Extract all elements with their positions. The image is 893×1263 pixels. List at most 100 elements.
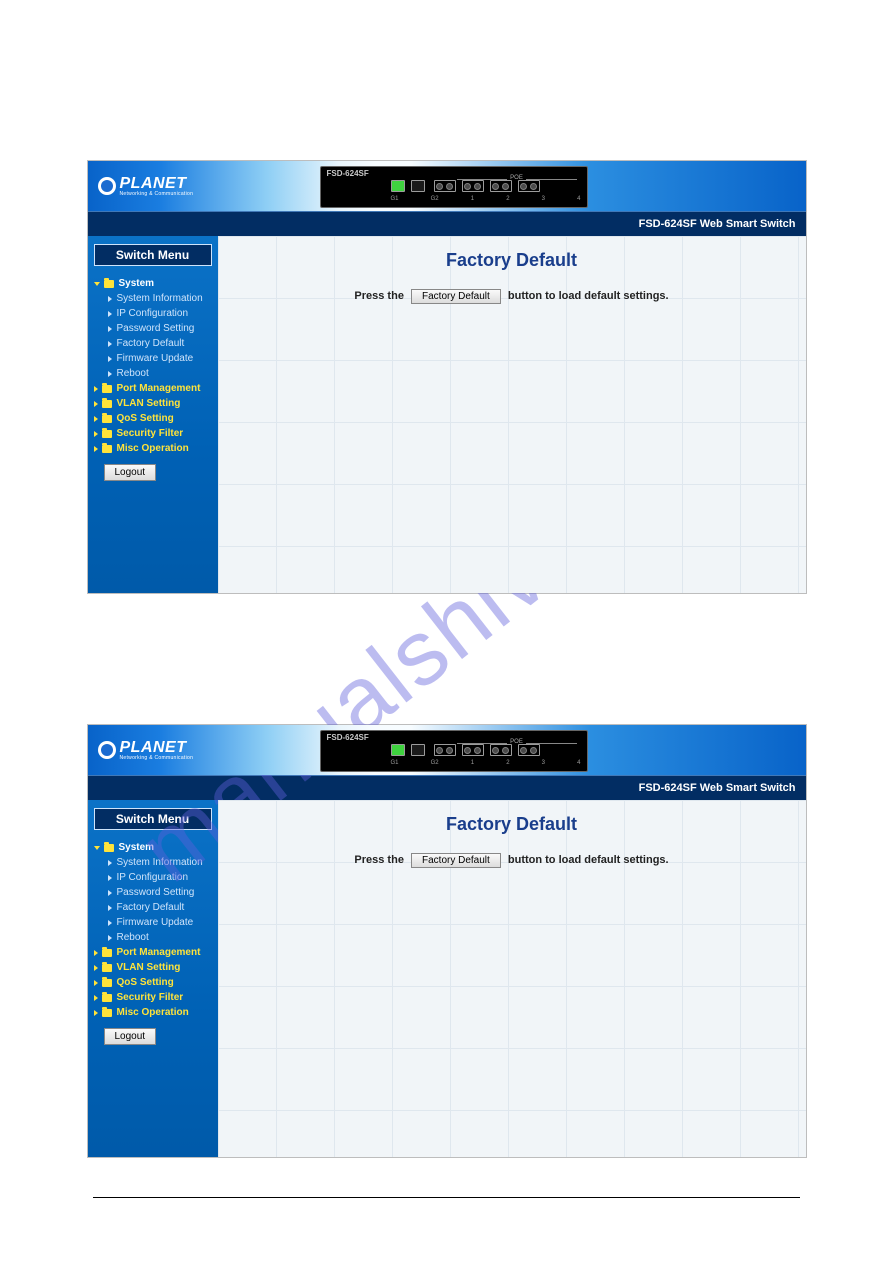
caret-right-icon <box>94 401 98 407</box>
sidebar-item-label: VLAN Setting <box>117 962 181 973</box>
sidebar-item-system[interactable]: System <box>94 276 212 291</box>
sidebar-item-label: Misc Operation <box>117 1007 189 1018</box>
sidebar-item-label: Reboot <box>117 932 149 943</box>
port-3-icon <box>490 180 512 192</box>
sidebar-item-label: Security Filter <box>117 992 184 1003</box>
sidebar-sub-password-setting[interactable]: Password Setting <box>94 321 212 336</box>
sidebar-item-qos-setting[interactable]: QoS Setting <box>94 411 212 426</box>
folder-icon <box>102 430 112 438</box>
brand-tagline: Networking & Communication <box>120 755 194 761</box>
press-text-post: button to load default settings. <box>508 290 669 302</box>
caret-right-icon <box>108 341 112 347</box>
switch-menu-title: Switch Menu <box>94 808 212 830</box>
content-area: Factory Default Press the Factory Defaul… <box>218 800 806 1157</box>
sidebar-sub-password-setting[interactable]: Password Setting <box>94 885 212 900</box>
sidebar-item-label: Reboot <box>117 368 149 379</box>
product-titlebar: FSD-624SF Web Smart Switch <box>88 775 806 800</box>
sidebar-item-label: Factory Default <box>117 338 185 349</box>
sidebar-item-label: QoS Setting <box>117 413 174 424</box>
factory-default-button[interactable]: Factory Default <box>411 289 501 304</box>
sidebar-item-label: System Information <box>117 293 203 304</box>
sidebar-item-qos-setting[interactable]: QoS Setting <box>94 975 212 990</box>
footer-separator <box>93 1197 800 1198</box>
folder-icon <box>102 400 112 408</box>
sidebar-item-label: Misc Operation <box>117 443 189 454</box>
sidebar-item-label: System <box>119 842 155 853</box>
sidebar-item-label: Password Setting <box>117 323 195 334</box>
folder-icon <box>102 979 112 987</box>
sidebar-item-security-filter[interactable]: Security Filter <box>94 426 212 441</box>
device-model: FSD-624SF <box>321 731 587 742</box>
sidebar-sub-ip-configuration[interactable]: IP Configuration <box>94 870 212 885</box>
sidebar-item-port-management[interactable]: Port Management <box>94 945 212 960</box>
sidebar-sub-firmware-update[interactable]: Firmware Update <box>94 915 212 930</box>
sidebar-item-label: VLAN Setting <box>117 398 181 409</box>
instruction-line: Press the Factory Default button to load… <box>218 289 806 304</box>
port-1-icon <box>434 180 456 192</box>
caret-right-icon <box>94 416 98 422</box>
caret-right-icon <box>94 1010 98 1016</box>
logout-button[interactable]: Logout <box>104 1028 157 1045</box>
sidebar-item-vlan-setting[interactable]: VLAN Setting <box>94 960 212 975</box>
sidebar-sub-factory-default[interactable]: Factory Default <box>94 900 212 915</box>
press-text-pre: Press the <box>354 854 404 866</box>
folder-icon <box>102 949 112 957</box>
sidebar-sub-factory-default[interactable]: Factory Default <box>94 336 212 351</box>
switch-menu-title: Switch Menu <box>94 244 212 266</box>
press-text-post: button to load default settings. <box>508 854 669 866</box>
logout-button[interactable]: Logout <box>104 464 157 481</box>
device-panel: FSD-624SF POE G1 G2 1 2 3 4 <box>320 166 588 208</box>
sidebar-sub-system-information[interactable]: System Information <box>94 855 212 870</box>
port-g1-icon <box>391 180 405 192</box>
page-title: Factory Default <box>218 250 806 271</box>
ports-row: G1 G2 1 2 3 4 <box>321 178 587 192</box>
sidebar-item-misc-operation[interactable]: Misc Operation <box>94 441 212 456</box>
page-title: Factory Default <box>218 814 806 835</box>
sidebar-sub-firmware-update[interactable]: Firmware Update <box>94 351 212 366</box>
folder-icon <box>102 415 112 423</box>
sidebar-item-label: Password Setting <box>117 887 195 898</box>
caret-right-icon <box>108 356 112 362</box>
port-labels: G1 G2 1 2 3 4 <box>391 196 581 202</box>
press-text-pre: Press the <box>354 290 404 302</box>
caret-right-icon <box>94 431 98 437</box>
folder-icon <box>104 844 114 852</box>
sidebar-item-misc-operation[interactable]: Misc Operation <box>94 1005 212 1020</box>
folder-icon <box>102 964 112 972</box>
sidebar-sub-ip-configuration[interactable]: IP Configuration <box>94 306 212 321</box>
sidebar-item-vlan-setting[interactable]: VLAN Setting <box>94 396 212 411</box>
device-panel: FSD-624SF POE G1 G2 1 2 3 4 <box>320 730 588 772</box>
chevron-down-icon <box>94 282 100 286</box>
sidebar-sub-reboot[interactable]: Reboot <box>94 930 212 945</box>
brand-logo: PLANET Networking & Communication <box>88 739 194 761</box>
factory-default-button[interactable]: Factory Default <box>411 853 501 868</box>
port-g2-icon <box>411 744 425 756</box>
caret-right-icon <box>94 980 98 986</box>
caret-right-icon <box>108 311 112 317</box>
sidebar-item-port-management[interactable]: Port Management <box>94 381 212 396</box>
sidebar-sub-reboot[interactable]: Reboot <box>94 366 212 381</box>
sidebar-item-security-filter[interactable]: Security Filter <box>94 990 212 1005</box>
sidebar-item-label: QoS Setting <box>117 977 174 988</box>
caret-right-icon <box>108 890 112 896</box>
port-4-icon <box>518 180 540 192</box>
caret-right-icon <box>108 326 112 332</box>
caret-right-icon <box>94 446 98 452</box>
sidebar-item-label: System <box>119 278 155 289</box>
sidebar-sub-system-information[interactable]: System Information <box>94 291 212 306</box>
caret-right-icon <box>94 965 98 971</box>
caret-right-icon <box>108 875 112 881</box>
folder-icon <box>102 994 112 1002</box>
port-1-icon <box>434 744 456 756</box>
sidebar-item-label: Firmware Update <box>117 917 194 928</box>
content-area: Factory Default Press the Factory Defaul… <box>218 236 806 593</box>
sidebar-item-label: System Information <box>117 857 203 868</box>
globe-icon <box>98 177 116 195</box>
caret-right-icon <box>108 296 112 302</box>
instruction-line: Press the Factory Default button to load… <box>218 853 806 868</box>
sidebar-item-label: Security Filter <box>117 428 184 439</box>
brand-logo: PLANET Networking & Communication <box>88 175 194 197</box>
folder-icon <box>102 1009 112 1017</box>
port-4-icon <box>518 744 540 756</box>
sidebar-item-system[interactable]: System <box>94 840 212 855</box>
